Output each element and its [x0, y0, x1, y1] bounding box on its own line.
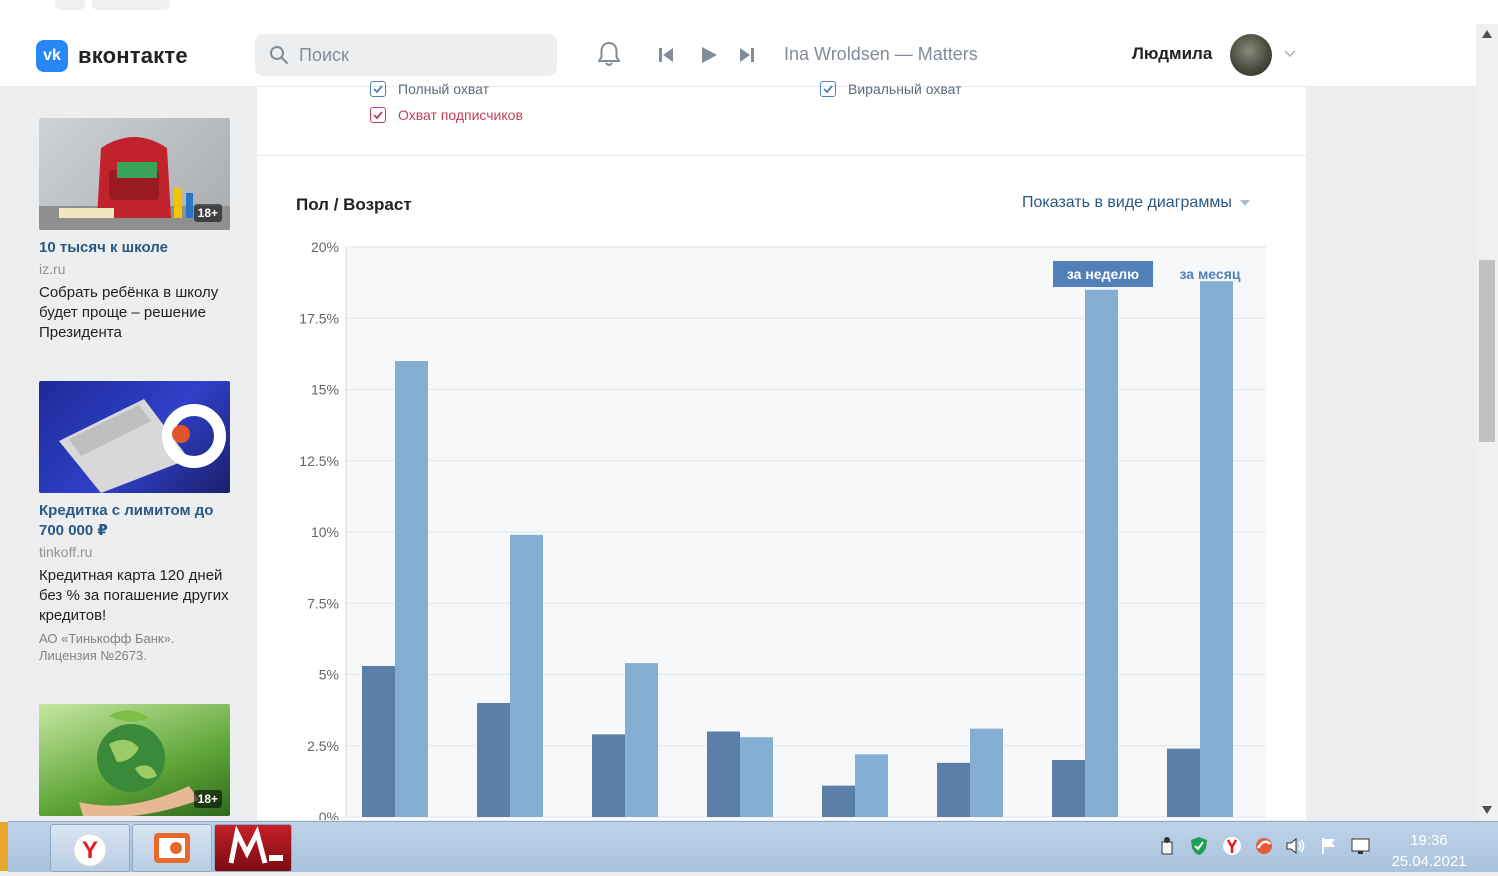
pdf-master-icon	[228, 825, 283, 864]
vertical-scrollbar[interactable]	[1476, 24, 1498, 820]
bar-month[interactable]	[510, 534, 543, 817]
vk-logo[interactable]: vk вконтакте	[36, 40, 188, 72]
ad-legal-note: АО «Тинькофф Банк». Лицензия №2673.	[39, 631, 175, 663]
volume-icon[interactable]	[1285, 836, 1307, 856]
search-icon	[270, 46, 288, 64]
play-icon[interactable]	[699, 45, 719, 65]
clock-time: 19:36	[1410, 832, 1448, 849]
search-placeholder: Поиск	[299, 44, 349, 65]
bar-month[interactable]	[1200, 281, 1233, 817]
ad-text[interactable]: Кредитная карта 120 дней без % за погаше…	[39, 566, 230, 626]
ad-image-card[interactable]	[39, 381, 230, 493]
age-rating-badge: 18+	[193, 204, 222, 222]
bar-week[interactable]	[477, 703, 510, 817]
ad-title[interactable]: 10 тысяч к школе	[39, 238, 230, 258]
y-tick-label: 15%	[311, 382, 339, 398]
y-tick-label: 5%	[319, 667, 339, 683]
user-name[interactable]: Людмила	[1132, 44, 1212, 64]
bar-month[interactable]	[855, 754, 888, 817]
display-icon[interactable]	[1350, 836, 1372, 856]
bar-week[interactable]	[592, 734, 625, 817]
legend-week[interactable]: за неделю	[1067, 266, 1139, 282]
screenshot-app-icon	[154, 833, 190, 863]
clock-date: 25.04.2021	[1391, 853, 1467, 870]
ad-domain[interactable]: iz.ru	[39, 259, 230, 279]
bar-week[interactable]	[362, 665, 395, 817]
vk-header: vk вконтакте Поиск Ina Wroldsen — Matter…	[0, 24, 1476, 87]
ad-card[interactable]: 18+ 10 тысяч к школе iz.ru Собрать ребён…	[39, 118, 230, 343]
chevron-down-icon[interactable]	[1284, 48, 1296, 58]
scroll-up-icon[interactable]	[1482, 30, 1492, 38]
bar-month[interactable]	[1085, 289, 1118, 817]
taskbar-clock[interactable]: 19:36 25.04.2021	[1388, 830, 1470, 872]
ad-text[interactable]: Собрать ребёнка в школу будет проще – ре…	[39, 283, 230, 343]
previous-track-icon[interactable]	[657, 46, 675, 64]
ad-domain[interactable]: tinkoff.ru	[39, 542, 230, 562]
age-rating-badge: 18+	[193, 790, 222, 808]
y-tick-label: 0%	[319, 809, 339, 820]
yandex-letter: Y	[82, 837, 98, 864]
ad-title[interactable]: Кредитка с лимитом до 700 000 ₽	[39, 501, 230, 541]
y-tick-label: 17.5%	[299, 310, 339, 326]
scrollbar-thumb[interactable]	[1479, 260, 1495, 442]
brand-name: вконтакте	[78, 43, 188, 68]
bar-month[interactable]	[740, 737, 773, 817]
bar-week[interactable]	[1167, 748, 1200, 817]
bar-month[interactable]	[625, 663, 658, 817]
tab-stub[interactable]	[55, 0, 85, 10]
y-tick-label: 2.5%	[307, 738, 339, 754]
yandex-browser-icon: Y	[73, 833, 107, 867]
windows-taskbar: Y 19:36 25.04.2021	[8, 821, 1498, 872]
bar-week[interactable]	[822, 785, 855, 817]
browser-tab-strip	[0, 0, 1498, 25]
stats-panel: Полный охват Виральный охват Охват подпи…	[257, 81, 1306, 820]
ad-image-school[interactable]: 18+	[39, 118, 230, 230]
next-track-icon[interactable]	[738, 46, 756, 64]
y-tick-label: 12.5%	[299, 453, 339, 469]
legend-month[interactable]: за месяц	[1180, 266, 1241, 282]
taskbar-screenshot-app[interactable]	[132, 824, 212, 872]
age-gender-bar-chart: 20% 17.5% 15% 12.5% 10% 7.5% 5% 2.5% 0% за недел…	[299, 239, 1266, 820]
credit-card-icon	[59, 399, 226, 493]
bar-month[interactable]	[970, 728, 1003, 817]
taskbar-yandex-browser[interactable]: Y	[50, 824, 130, 872]
scroll-down-icon[interactable]	[1482, 806, 1492, 814]
bar-week[interactable]	[937, 762, 970, 817]
y-tick-label: 10%	[311, 524, 339, 540]
ad-card[interactable]: 18+	[39, 704, 230, 816]
ad-image-earth[interactable]: 18+	[39, 704, 230, 816]
ad-card[interactable]: Кредитка с лимитом до 700 000 ₽ tinkoff.…	[39, 381, 230, 664]
bar-week[interactable]	[707, 731, 740, 818]
action-center-flag-icon[interactable]	[1319, 836, 1339, 856]
antivirus-icon[interactable]	[1254, 836, 1274, 856]
search-input[interactable]: Поиск	[255, 34, 557, 76]
divider	[39, 684, 230, 685]
yandex-tray-icon[interactable]	[1222, 836, 1242, 856]
divider	[39, 361, 230, 362]
network-icon[interactable]	[1158, 836, 1176, 856]
bell-icon[interactable]	[596, 40, 622, 68]
bar-month[interactable]	[395, 361, 428, 817]
y-tick-label: 20%	[311, 239, 339, 255]
now-playing[interactable]: Ina Wroldsen — Matters	[784, 44, 978, 65]
shield-icon[interactable]	[1190, 836, 1208, 856]
y-tick-label: 7.5%	[307, 595, 339, 611]
bar-week[interactable]	[1052, 760, 1085, 817]
tab-stub[interactable]	[92, 0, 170, 10]
vk-logo-icon: vk	[36, 40, 68, 72]
taskbar-pdf-master[interactable]	[214, 824, 292, 872]
avatar[interactable]	[1230, 34, 1272, 76]
